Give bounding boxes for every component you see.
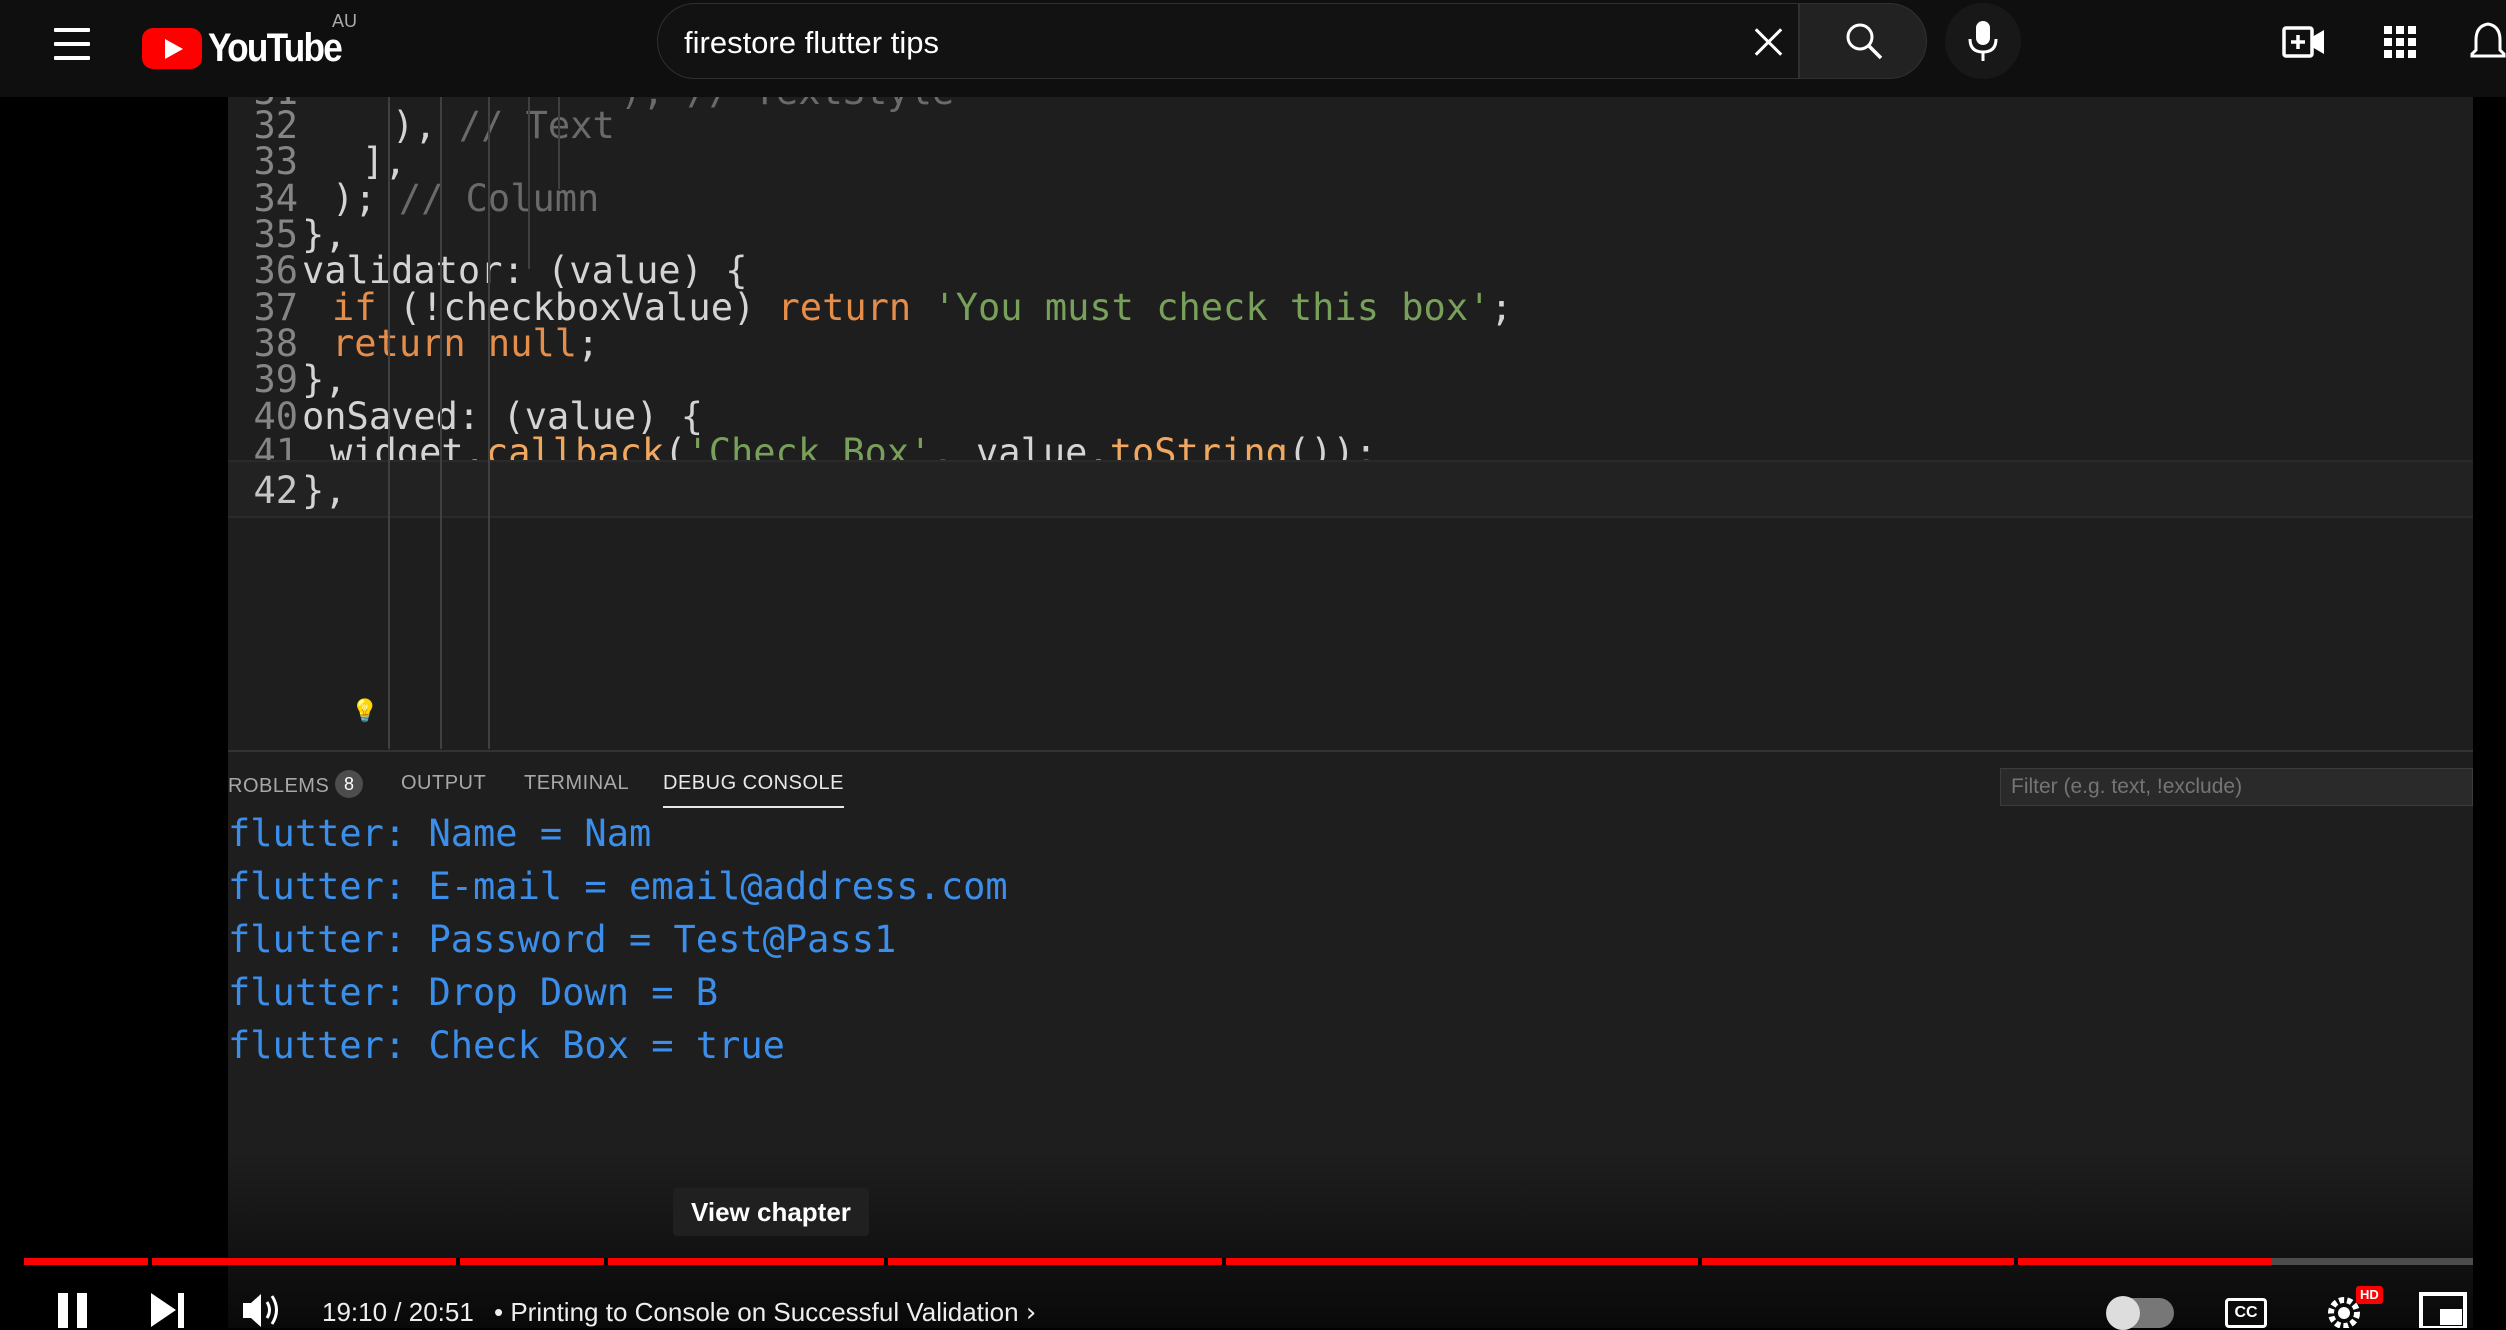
tab-problems-label: ROBLEMS xyxy=(228,775,330,797)
chapter-marker xyxy=(604,1258,608,1265)
lightbulb-icon: 💡 xyxy=(351,699,379,724)
search-icon xyxy=(1846,23,1883,60)
progress-played xyxy=(24,1258,2273,1265)
voice-search-button[interactable] xyxy=(1945,3,2021,79)
indent-guide xyxy=(488,97,490,749)
video-letterbox xyxy=(2473,97,2506,1328)
indent-guide xyxy=(528,97,530,269)
volume-icon[interactable] xyxy=(240,1289,284,1328)
create-video-icon[interactable] xyxy=(2280,18,2328,66)
autoplay-toggle[interactable] xyxy=(2106,1296,2174,1330)
code-text: }, xyxy=(302,462,347,520)
time-display: 19:10 / 20:51 xyxy=(322,1297,474,1327)
youtube-play-logo-icon xyxy=(142,27,202,69)
captions-button[interactable]: CC xyxy=(2225,1298,2267,1328)
console-line: flutter: Drop Down = B xyxy=(228,971,719,1014)
indent-guide xyxy=(558,97,560,189)
console-filter-input[interactable] xyxy=(2000,768,2473,806)
clear-search-icon[interactable] xyxy=(1753,26,1785,58)
tab-output-label: OUTPUT xyxy=(401,772,487,794)
autoplay-knob xyxy=(2106,1296,2140,1330)
console-line: flutter: Name = Nam xyxy=(228,812,652,855)
tab-terminal[interactable]: TERMINAL xyxy=(524,772,629,795)
notifications-bell-icon[interactable] xyxy=(2470,18,2506,66)
video-frame[interactable]: 31), // TextStyle32), // Text33],34); //… xyxy=(228,97,2473,1328)
indent-guide xyxy=(440,97,442,749)
indent-guide xyxy=(388,97,390,749)
youtube-header: YouTube AU xyxy=(0,0,2506,97)
logo-text: YouTube xyxy=(208,25,343,70)
next-video-icon[interactable] xyxy=(148,1289,188,1328)
menu-icon[interactable] xyxy=(52,24,92,64)
chapter-marker xyxy=(884,1258,888,1265)
progress-bar[interactable] xyxy=(24,1258,2473,1265)
chapter-marker xyxy=(1222,1258,1226,1265)
code-token: }, xyxy=(302,469,347,512)
chapter-marker xyxy=(148,1258,152,1265)
search-input[interactable] xyxy=(682,14,1686,72)
search-button[interactable] xyxy=(1799,3,1927,79)
chapter-title: Printing to Console on Successful Valida… xyxy=(510,1297,1019,1327)
tab-terminal-label: TERMINAL xyxy=(524,772,630,794)
tab-output[interactable]: OUTPUT xyxy=(401,772,486,795)
console-line: flutter: Check Box = true xyxy=(228,1024,785,1067)
tab-debug-console-label: DEBUG CONSOLE xyxy=(663,772,844,794)
chapter-title-button[interactable]: • Printing to Console on Successful Vali… xyxy=(494,1297,1036,1328)
problems-count-badge: 8 xyxy=(335,770,364,798)
chapter-marker xyxy=(2014,1258,2018,1265)
chapter-marker xyxy=(456,1258,460,1265)
tab-problems[interactable]: ROBLEMS 8 xyxy=(228,770,364,800)
view-chapter-tooltip[interactable]: View chapter xyxy=(673,1188,869,1236)
chapter-marker xyxy=(1698,1258,1702,1265)
chevron-right-icon: › xyxy=(1025,1298,1037,1328)
line-number: 42 xyxy=(253,469,298,512)
region-code: AU xyxy=(332,11,358,31)
microphone-icon xyxy=(1968,21,1998,61)
miniplayer-icon[interactable] xyxy=(2418,1289,2468,1328)
tab-debug-console[interactable]: DEBUG CONSOLE xyxy=(663,772,844,808)
pause-icon[interactable] xyxy=(55,1289,91,1328)
hd-badge: HD xyxy=(2356,1286,2383,1304)
chapter-separator: • xyxy=(494,1297,504,1327)
code-line: 42}, xyxy=(228,460,2473,518)
console-line: flutter: Password = Test@Pass1 xyxy=(228,918,897,961)
apps-grid-icon[interactable] xyxy=(2376,18,2424,66)
youtube-logo[interactable]: YouTube xyxy=(142,18,359,78)
console-line: flutter: E-mail = email@address.com xyxy=(228,865,1008,908)
search-box xyxy=(657,3,1799,79)
